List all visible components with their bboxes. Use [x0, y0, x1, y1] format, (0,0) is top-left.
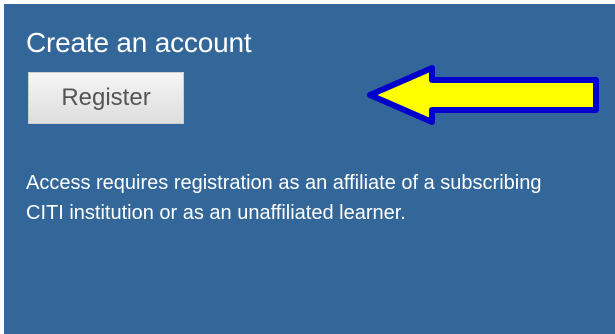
- panel-title: Create an account: [26, 27, 252, 58]
- arrow-left-shape: [367, 65, 599, 125]
- access-description: Access requires registration as an affil…: [26, 172, 542, 224]
- register-button[interactable]: Register: [28, 72, 184, 124]
- create-account-panel: Create an account Register Access requir…: [4, 4, 615, 334]
- arrow-left-icon: [367, 65, 599, 125]
